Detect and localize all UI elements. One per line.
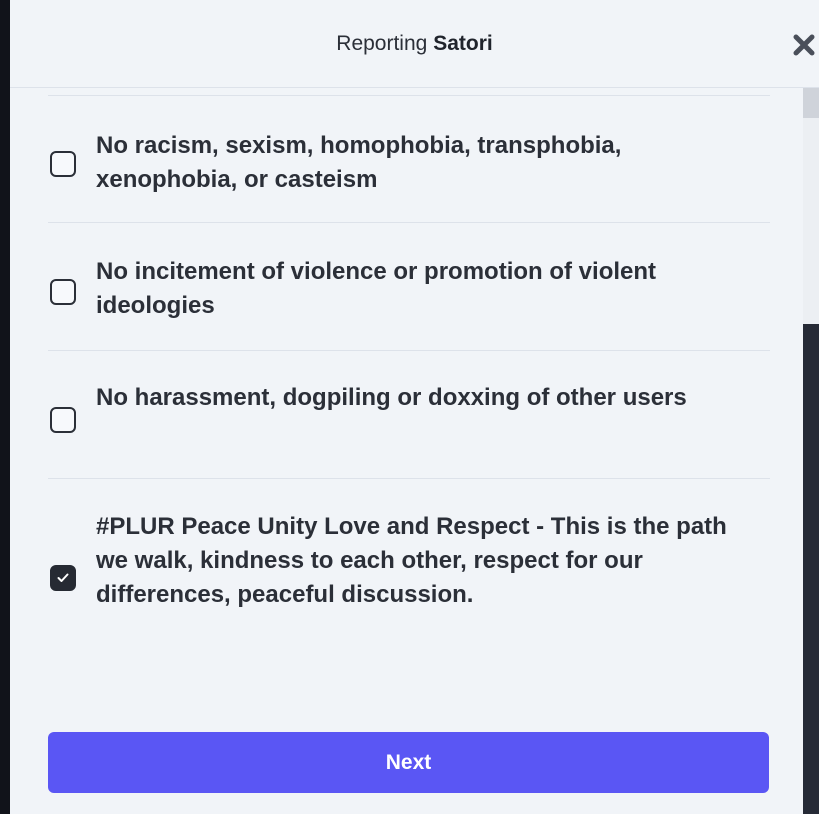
scrollbar-thumb[interactable]	[803, 324, 819, 814]
rule-checkbox[interactable]	[50, 279, 76, 305]
rule-checkbox[interactable]	[50, 407, 76, 433]
rule-item[interactable]: No harassment, dogpiling or doxxing of o…	[48, 351, 770, 479]
rule-checkbox[interactable]	[50, 151, 76, 177]
rule-label[interactable]: No incitement of violence or promotion o…	[96, 255, 736, 323]
next-button[interactable]: Next	[48, 732, 769, 793]
backdrop-edge	[0, 0, 10, 814]
close-button[interactable]	[789, 30, 819, 60]
scrollbar[interactable]	[803, 88, 819, 814]
rule-label[interactable]: #PLUR Peace Unity Love and Respect - Thi…	[96, 510, 736, 612]
reported-user-name: Satori	[433, 32, 493, 55]
rule-label[interactable]: No harassment, dogpiling or doxxing of o…	[96, 381, 736, 415]
report-modal: Reporting Satori No racism, sexism, homo…	[10, 0, 819, 814]
checkmark-icon	[57, 573, 69, 582]
close-icon	[793, 34, 815, 56]
modal-header: Reporting Satori	[10, 0, 819, 88]
rule-item[interactable]: No racism, sexism, homophobia, transphob…	[48, 96, 770, 223]
scrollbar-arrow[interactable]	[803, 88, 819, 118]
title-prefix: Reporting	[336, 32, 428, 55]
rules-list: No racism, sexism, homophobia, transphob…	[10, 88, 803, 814]
rule-item[interactable]: No incitement of violence or promotion o…	[48, 223, 770, 351]
rule-label[interactable]: No racism, sexism, homophobia, transphob…	[96, 129, 736, 197]
rule-item[interactable]: #PLUR Peace Unity Love and Respect - Thi…	[48, 479, 770, 679]
modal-title: Reporting Satori	[10, 32, 819, 56]
rule-checkbox-checked[interactable]	[50, 565, 76, 591]
